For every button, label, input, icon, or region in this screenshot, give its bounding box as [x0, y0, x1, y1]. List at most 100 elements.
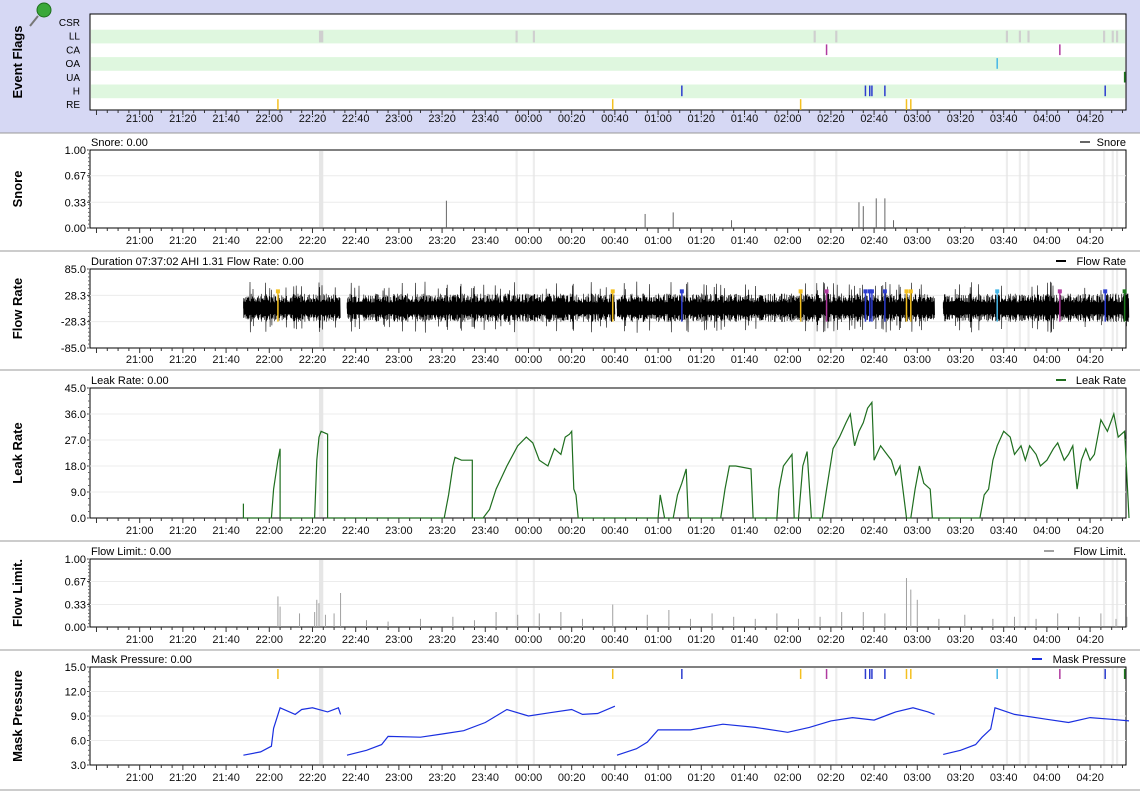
y-tick-label: 9.0: [71, 711, 86, 723]
flow-event-flag-CA: [1057, 289, 1062, 294]
time-tick-label: 04:00: [1033, 634, 1061, 646]
flag-event-LL: [1018, 30, 1021, 43]
time-tick-label: 02:20: [817, 772, 845, 784]
time-tick-label: 03:40: [990, 354, 1018, 366]
flow-event-flag-RE: [798, 289, 803, 294]
large-leak-marker: [1116, 389, 1119, 517]
time-tick-label: 00:40: [601, 235, 629, 247]
flow-event-flag-OA: [995, 289, 1000, 294]
large-leak-marker: [813, 151, 816, 227]
large-leak-marker: [1018, 151, 1021, 227]
y-tick-label: 1.00: [65, 554, 86, 566]
time-tick-label: 00:40: [601, 113, 629, 125]
time-tick-label: 00:00: [515, 634, 543, 646]
time-tick-label: 03:00: [904, 634, 932, 646]
time-tick-label: 01:00: [644, 113, 672, 125]
time-tick-label: 03:00: [904, 235, 932, 247]
time-tick-label: 00:20: [558, 354, 586, 366]
time-tick-label: 00:00: [515, 525, 543, 537]
time-tick-label: 22:00: [256, 525, 284, 537]
time-tick-label: 04:00: [1033, 354, 1061, 366]
large-leak-marker: [835, 389, 838, 517]
panel-title: Flow Limit.: 0.00: [91, 546, 171, 558]
event-flags-panel: Event Flags CSR LL CA OA UA H RE 21:00 21:20 21:40…: [0, 0, 1140, 134]
time-tick-label: 00:20: [558, 235, 586, 247]
time-tick-label: 00:00: [515, 354, 543, 366]
panel-ylabel: Flow Limit.: [10, 559, 25, 627]
panel-flow-rate: Flow Rate 85.0 28.3 -28.3 -85.0 Duration 07:3…: [0, 256, 1140, 371]
large-leak-marker: [1018, 389, 1021, 517]
y-tick-label: 36.0: [65, 409, 86, 421]
time-tick-label: 21:00: [126, 525, 154, 537]
time-tick-label: 03:00: [904, 354, 932, 366]
time-tick-label: 23:20: [428, 772, 456, 784]
time-tick-label: 02:40: [860, 772, 888, 784]
time-tick-label: 02:00: [774, 634, 802, 646]
time-tick-label: 21:40: [212, 772, 240, 784]
time-tick-label: 00:40: [601, 772, 629, 784]
flag-event-LL: [1111, 30, 1114, 43]
time-tick-label: 21:00: [126, 113, 154, 125]
time-tick-label: 22:40: [342, 772, 370, 784]
time-tick-label: 02:00: [774, 113, 802, 125]
flow-event-flag-RE: [904, 289, 909, 294]
time-tick-label: 03:00: [904, 113, 932, 125]
panel-title: Duration 07:37:02 AHI 1.31 Flow Rate: 0.…: [91, 256, 304, 268]
flow-event-flag-CA: [824, 289, 829, 294]
flow-event-flag-UA: [1122, 289, 1127, 294]
large-leak-marker: [318, 151, 324, 227]
time-tick-label: 21:20: [169, 525, 197, 537]
large-leak-marker: [1018, 560, 1021, 626]
time-tick-label: 01:40: [731, 354, 759, 366]
y-tick-label: 0.67: [65, 576, 86, 588]
large-leak-marker: [813, 560, 816, 626]
flag-row-label: CSR: [59, 18, 80, 29]
time-tick-label: 04:00: [1033, 772, 1061, 784]
large-leak-marker: [1111, 151, 1114, 227]
flag-row-label: OA: [66, 59, 81, 70]
legend-label: Flow Rate: [1076, 256, 1126, 268]
time-tick-label: 01:20: [688, 634, 716, 646]
time-tick-label: 23:40: [472, 354, 500, 366]
time-tick-label: 23:20: [428, 235, 456, 247]
y-tick-label: 15.0: [65, 662, 86, 674]
time-tick-label: 23:20: [428, 354, 456, 366]
time-tick-label: 22:20: [299, 113, 327, 125]
large-leak-marker: [532, 151, 535, 227]
time-tick-label: 03:00: [904, 772, 932, 784]
legend-label: Flow Limit.: [1073, 546, 1126, 558]
time-tick-label: 21:20: [169, 772, 197, 784]
flag-row-band: [91, 84, 1125, 99]
large-leak-marker: [835, 668, 838, 764]
large-leak-marker: [1005, 389, 1008, 517]
flag-row-band: [91, 57, 1125, 71]
panel-ylabel: Snore: [10, 171, 25, 208]
large-leak-marker: [1111, 389, 1114, 517]
large-leak-marker: [1103, 389, 1106, 517]
time-tick-label: 03:20: [947, 772, 975, 784]
time-tick-label: 23:20: [428, 634, 456, 646]
time-tick-label: 02:00: [774, 525, 802, 537]
large-leak-marker: [1103, 560, 1106, 626]
large-leak-marker: [1005, 151, 1008, 227]
time-tick-label: 23:40: [472, 634, 500, 646]
time-tick-label: 01:40: [731, 525, 759, 537]
flag-row-label: UA: [66, 73, 80, 84]
time-tick-label: 02:40: [860, 235, 888, 247]
time-tick-label: 21:00: [126, 235, 154, 247]
time-tick-label: 04:00: [1033, 525, 1061, 537]
time-tick-label: 04:20: [1076, 235, 1104, 247]
time-tick-label: 23:40: [472, 235, 500, 247]
large-leak-marker: [318, 668, 324, 764]
time-tick-label: 02:40: [860, 634, 888, 646]
time-tick-label: 21:40: [212, 525, 240, 537]
time-tick-label: 23:00: [385, 354, 413, 366]
time-tick-label: 21:40: [212, 235, 240, 247]
time-tick-label: 01:20: [688, 235, 716, 247]
flag-row-label: CA: [66, 45, 80, 56]
time-tick-label: 22:40: [342, 113, 370, 125]
y-tick-label: 6.0: [71, 736, 86, 748]
y-tick-label: 9.0: [71, 487, 86, 499]
flow-event-flag-H: [679, 289, 684, 294]
plot-frame: [89, 149, 1127, 229]
